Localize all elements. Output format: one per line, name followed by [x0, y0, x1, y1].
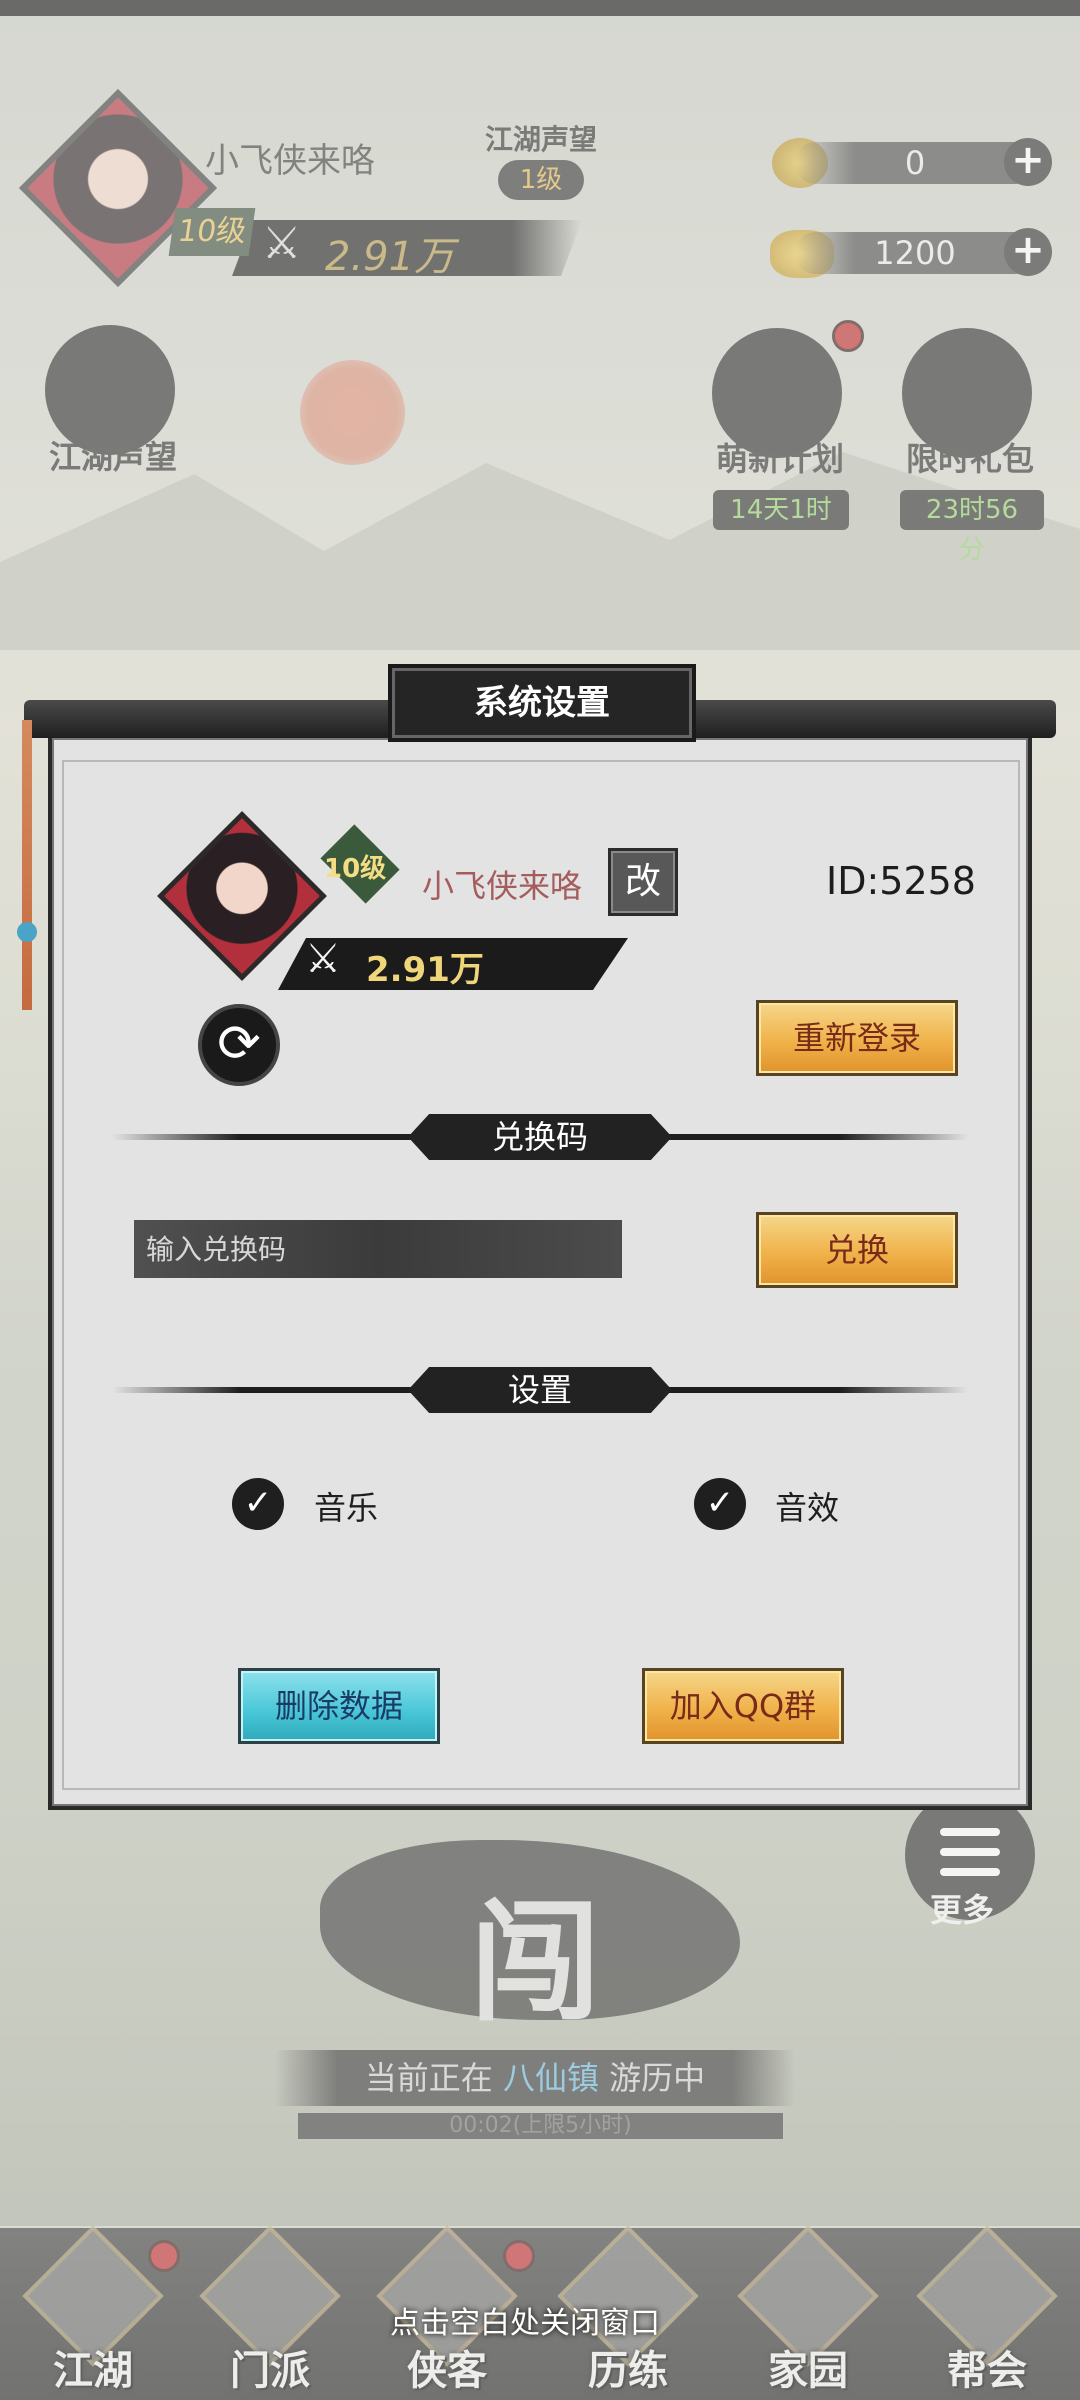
delete-data-button[interactable]: 删除数据 — [238, 1668, 440, 1744]
player-id: ID:5258 — [826, 859, 976, 903]
sound-label: 音效 — [775, 1489, 840, 1527]
rename-button[interactable]: 改 — [608, 848, 678, 916]
tassel-bead — [17, 922, 37, 942]
profile-power: 2.91万 — [366, 950, 484, 990]
relogin-button[interactable]: 重新登录 — [756, 1000, 958, 1076]
music-label: 音乐 — [314, 1489, 379, 1527]
redeem-code-input[interactable] — [134, 1220, 622, 1278]
modal-title: 系统设置 — [392, 668, 692, 738]
profile-name: 小飞侠来咯 — [422, 867, 583, 905]
crossed-swords-icon: ⚔ — [305, 936, 341, 982]
music-checkbox-icon[interactable]: ✓ — [232, 1478, 284, 1530]
switch-account-icon[interactable]: ⟳ — [198, 1004, 280, 1086]
join-qq-group-button[interactable]: 加入QQ群 — [642, 1668, 844, 1744]
sound-checkbox-icon[interactable]: ✓ — [694, 1478, 746, 1530]
tassel-decoration — [22, 720, 32, 1010]
redeem-section-title: 兑换码 — [408, 1114, 672, 1160]
settings-section-title: 设置 — [408, 1367, 672, 1413]
profile-level: 10级 — [324, 854, 387, 884]
redeem-button[interactable]: 兑换 — [756, 1212, 958, 1288]
close-hint: 点击空白处关闭窗口 — [390, 2306, 660, 2341]
